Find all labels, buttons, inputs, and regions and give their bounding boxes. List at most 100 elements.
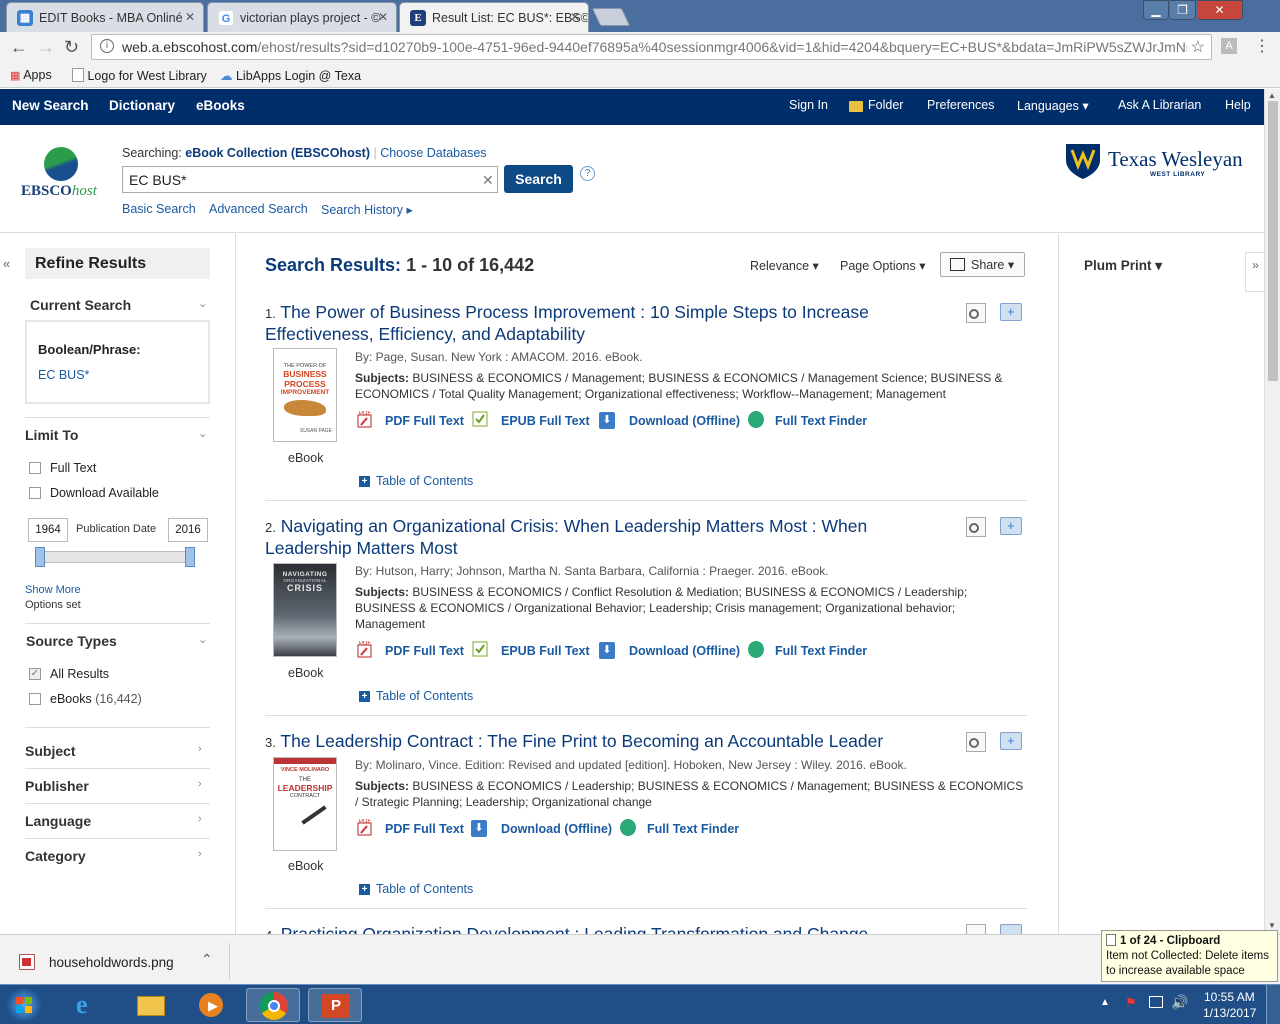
page-options-menu[interactable]: Page Options ▾ <box>840 258 926 273</box>
search-history-link[interactable]: Search History ▸ <box>321 202 413 217</box>
new-tab-button[interactable] <box>591 8 631 26</box>
powerpoint-icon[interactable]: P <box>308 988 362 1022</box>
result-4-title[interactable]: 4. Practicing Organization Development :… <box>265 924 965 934</box>
date-from-input[interactable]: 1964 <box>28 518 68 542</box>
add-to-folder-icon[interactable] <box>1000 924 1022 934</box>
chevron-right-icon[interactable]: › <box>198 813 202 825</box>
date-slider-track[interactable] <box>38 551 192 563</box>
share-button[interactable]: Share ▾ <box>940 252 1025 277</box>
scroll-up-icon[interactable]: ▲ <box>1268 91 1276 100</box>
tab-result-list[interactable]: E Result List: EC BUS*: EBS© ✕ <box>399 2 589 32</box>
apps-bookmark[interactable]: ▦ Apps <box>10 68 52 82</box>
close-tab-icon[interactable]: ✕ <box>570 10 580 24</box>
chevron-down-icon[interactable]: ⌄ <box>198 633 207 646</box>
preview-magnifier-icon[interactable] <box>966 303 986 323</box>
close-tab-icon[interactable]: ✕ <box>378 10 388 24</box>
add-to-folder-icon[interactable]: + <box>1000 732 1022 750</box>
result-2-title[interactable]: 2. Navigating an Organizational Crisis: … <box>265 516 955 559</box>
chrome-icon[interactable] <box>246 988 300 1022</box>
result-title-text[interactable]: The Leadership Contract : The Fine Print… <box>280 731 883 751</box>
download-offline-link[interactable]: Download (Offline) <box>629 644 740 658</box>
new-search-link[interactable]: New Search <box>12 98 89 113</box>
pdf-full-text-link[interactable]: PDF Full Text <box>385 644 464 658</box>
advanced-search-link[interactable]: Advanced Search <box>209 202 308 216</box>
forward-icon[interactable]: → <box>37 37 55 57</box>
ebsco-logo-icon[interactable] <box>44 147 78 181</box>
chevron-up-icon[interactable]: ⌃ <box>201 951 213 968</box>
ebooks-checkbox[interactable] <box>29 693 41 705</box>
publisher-facet[interactable]: Publisher <box>25 778 89 794</box>
reload-icon[interactable]: ↻ <box>64 37 79 57</box>
libapps-bookmark[interactable]: ☁ LibApps Login @ Texa <box>220 68 361 83</box>
chevron-down-icon[interactable]: ⌄ <box>198 297 207 310</box>
preview-magnifier-icon[interactable] <box>966 517 986 537</box>
bookmark-star-icon[interactable]: ☆ <box>1186 37 1205 57</box>
chevron-right-icon[interactable]: › <box>198 743 202 755</box>
info-icon[interactable]: i <box>100 39 114 53</box>
all-results-checkbox[interactable]: ✓ <box>29 668 41 680</box>
clipboard-notification[interactable]: 1 of 24 - Clipboard Item not Collected: … <box>1101 930 1278 982</box>
page-scrollbar[interactable]: ▲ ▼ <box>1264 89 1280 934</box>
action-center-flag-icon[interactable]: ⚑ <box>1125 995 1137 1011</box>
search-button[interactable]: Search <box>504 165 573 193</box>
search-input[interactable] <box>122 166 498 193</box>
preview-magnifier-icon[interactable] <box>966 732 986 752</box>
category-facet[interactable]: Category <box>25 848 86 864</box>
maximize-button[interactable]: ❐ <box>1170 0 1196 20</box>
address-bar[interactable]: i web.a.ebscohost.com/ehost/results?sid=… <box>91 34 1212 60</box>
book-cover-2[interactable]: NAVIGATING ORGANIZATIONAL CRISIS <box>273 563 337 657</box>
download-offline-link[interactable]: Download (Offline) <box>629 414 740 428</box>
show-more-link[interactable]: Show More <box>25 584 81 596</box>
language-facet[interactable]: Language <box>25 813 91 829</box>
show-desktop-button[interactable] <box>1266 985 1280 1024</box>
plum-print-menu[interactable]: Plum Print ▾ <box>1084 258 1162 274</box>
preview-magnifier-icon[interactable] <box>966 924 986 934</box>
full-text-finder-link[interactable]: Full Text Finder <box>647 822 739 836</box>
epub-full-text-link[interactable]: EPUB Full Text <box>501 644 590 658</box>
clock-time[interactable]: 10:55 AM <box>1204 990 1255 1004</box>
pdf-full-text-link[interactable]: PDF Full Text <box>385 822 464 836</box>
collapse-left-icon[interactable]: « <box>3 256 10 271</box>
limit-to-heading[interactable]: Limit To <box>25 427 78 443</box>
download-offline-link[interactable]: Download (Offline) <box>501 822 612 836</box>
west-library-bookmark[interactable]: Logo for West Library <box>72 68 207 83</box>
clear-search-icon[interactable]: ✕ <box>482 172 494 189</box>
result-1-title[interactable]: 1. The Power of Business Process Improve… <box>265 302 955 345</box>
languages-menu[interactable]: Languages ▾ <box>1017 98 1089 113</box>
date-slider-max-handle[interactable] <box>185 547 195 567</box>
result-title-text[interactable]: Practicing Organization Development : Le… <box>281 924 869 934</box>
show-hidden-icons-icon[interactable]: ▲ <box>1100 997 1110 1008</box>
ebooks-link[interactable]: eBooks <box>196 98 245 113</box>
preferences-link[interactable]: Preferences <box>927 98 994 112</box>
relevance-sort-menu[interactable]: Relevance ▾ <box>750 258 819 273</box>
tab-victorian-plays[interactable]: G victorian plays project - © ✕ <box>207 2 397 32</box>
download-available-checkbox[interactable] <box>29 487 41 499</box>
date-to-input[interactable]: 2016 <box>168 518 208 542</box>
help-icon[interactable]: ? <box>580 166 595 181</box>
subject-facet[interactable]: Subject <box>25 743 76 759</box>
table-of-contents-link[interactable]: + Table of Contents <box>359 689 473 703</box>
choose-databases-link[interactable]: Choose Databases <box>380 146 486 160</box>
chevron-down-icon[interactable]: ⌄ <box>198 427 207 440</box>
scrollbar-thumb[interactable] <box>1268 101 1278 381</box>
tab-edit-books[interactable]: ▦ EDIT Books - MBA Onliné ✕ <box>6 2 204 32</box>
pdf-full-text-link[interactable]: PDF Full Text <box>385 414 464 428</box>
result-3-title[interactable]: 3. The Leadership Contract : The Fine Pr… <box>265 731 955 753</box>
date-slider-min-handle[interactable] <box>35 547 45 567</box>
add-to-folder-icon[interactable]: + <box>1000 303 1022 321</box>
full-text-finder-link[interactable]: Full Text Finder <box>775 644 867 658</box>
boolean-value-link[interactable]: EC BUS* <box>38 368 89 382</box>
epub-full-text-link[interactable]: EPUB Full Text <box>501 414 590 428</box>
folder-link[interactable]: Folder <box>868 98 903 112</box>
extension-icon[interactable]: A <box>1221 38 1237 54</box>
result-title-text[interactable]: The Power of Business Process Improvemen… <box>265 302 869 344</box>
chevron-right-icon[interactable]: › <box>198 848 202 860</box>
source-types-heading[interactable]: Source Types <box>26 633 117 649</box>
book-cover-3[interactable]: VINCE MOLINARO THE LEADERSHIP CONTRACT <box>273 757 337 851</box>
expand-right-icon[interactable]: » <box>1245 252 1265 292</box>
internet-explorer-icon[interactable]: e <box>64 988 118 1022</box>
back-icon[interactable]: ← <box>10 37 28 57</box>
close-tab-icon[interactable]: ✕ <box>185 10 195 24</box>
help-link[interactable]: Help <box>1225 98 1251 112</box>
menu-icon[interactable]: ⋮ <box>1254 37 1270 57</box>
